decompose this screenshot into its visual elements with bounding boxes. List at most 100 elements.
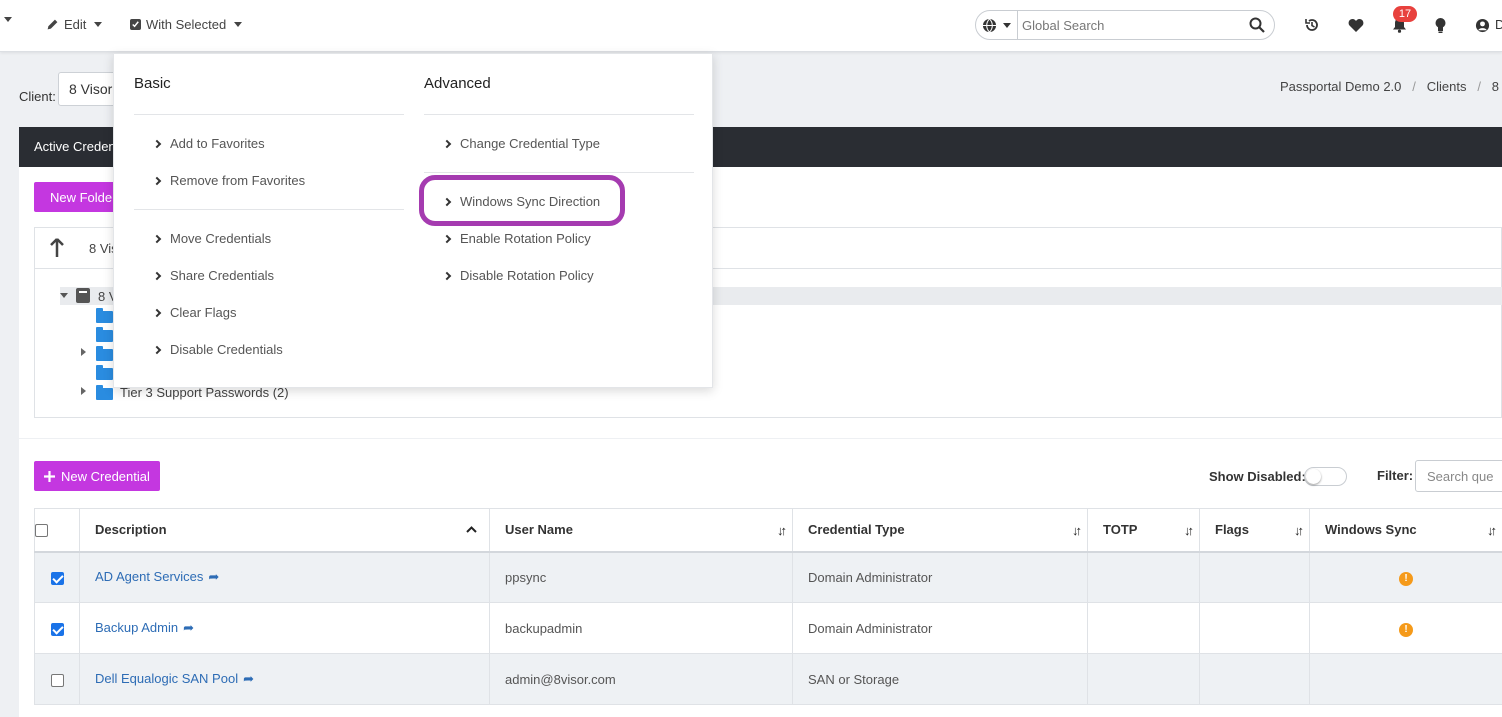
chevron-down-icon: [234, 22, 243, 27]
with-selected-label: With Selected: [146, 17, 227, 32]
sort-icon[interactable]: ↓↑: [1294, 523, 1304, 538]
search-scope-button[interactable]: [976, 11, 1018, 39]
column-header-credential-type[interactable]: Credential Type ↓↑: [792, 508, 1088, 553]
menu-item-disable-credentials[interactable]: Disable Credentials: [152, 342, 283, 357]
tree-expand-icon[interactable]: [81, 387, 86, 395]
chevron-down-icon: [1003, 22, 1011, 28]
menu-item-add-to-favorites[interactable]: Add to Favorites: [152, 136, 265, 151]
menu-item-label: Enable Rotation Policy: [460, 231, 591, 246]
credential-type-cell: Domain Administrator: [792, 551, 1088, 603]
column-header-flags[interactable]: Flags ↓↑: [1199, 508, 1310, 553]
credential-link[interactable]: Backup Admin: [95, 620, 178, 635]
heart-icon[interactable]: [1346, 15, 1366, 35]
chevron-right-icon: [152, 139, 162, 148]
share-icon[interactable]: ➦: [243, 671, 254, 686]
credential-type-cell: Domain Administrator: [792, 602, 1088, 654]
show-disabled-toggle[interactable]: [1304, 467, 1347, 486]
global-search-box: [975, 10, 1275, 40]
folder-icon: [96, 365, 113, 380]
breadcrumb: Passportal Demo 2.0 / Clients / 8 Vi: [1280, 79, 1502, 94]
username-cell: ppsync: [489, 551, 793, 603]
share-icon[interactable]: ➦: [208, 569, 219, 584]
edit-menu[interactable]: Edit: [46, 17, 103, 32]
user-name-label[interactable]: D: [1495, 17, 1502, 32]
menu-item-label: Clear Flags: [170, 305, 237, 320]
warning-icon[interactable]: !: [1399, 622, 1413, 637]
totp-cell: [1087, 653, 1200, 705]
sort-icon[interactable]: ↓↑: [777, 523, 787, 538]
menu-item-label: Move Credentials: [170, 231, 272, 246]
sort-icon[interactable]: ↓↑: [1487, 523, 1497, 538]
divider: [134, 114, 404, 115]
column-header-username[interactable]: User Name ↓↑: [489, 508, 793, 553]
column-label: User Name: [505, 522, 573, 538]
windows-sync-cell: !: [1309, 602, 1502, 654]
chevron-down-icon: [94, 22, 103, 27]
share-icon[interactable]: ➦: [183, 620, 194, 635]
breadcrumb-separator: /: [1470, 79, 1489, 94]
new-folder-label: New Folder: [50, 189, 117, 205]
tree-expand-icon[interactable]: [81, 348, 86, 356]
folder-icon: [96, 308, 113, 323]
select-all-checkbox[interactable]: [35, 524, 48, 538]
menu-item-change-credential-type[interactable]: Change Credential Type: [442, 136, 600, 151]
column-header-totp[interactable]: TOTP ↓↑: [1087, 508, 1200, 553]
tree-collapse-icon[interactable]: [60, 293, 68, 298]
menu-item-remove-from-favorites[interactable]: Remove from Favorites: [152, 173, 305, 188]
chevron-right-icon: [152, 308, 162, 317]
row-select-cell: [34, 602, 80, 654]
with-selected-menu[interactable]: With Selected: [130, 17, 243, 32]
menu-item-enable-rotation-policy[interactable]: Enable Rotation Policy: [442, 231, 591, 246]
row-checkbox[interactable]: [50, 622, 64, 636]
credential-link[interactable]: AD Agent Services: [95, 569, 203, 584]
folder-icon: [96, 385, 113, 400]
table-row[interactable]: AD Agent Services ➦ ppsync Domain Adminis…: [34, 551, 1502, 603]
chevron-right-icon: [152, 176, 162, 185]
user-profile-menu[interactable]: [1472, 15, 1492, 35]
menu-item-disable-rotation-policy[interactable]: Disable Rotation Policy: [442, 268, 594, 283]
book-icon: [76, 288, 90, 303]
row-checkbox[interactable]: [50, 571, 64, 585]
menu-item-clear-flags[interactable]: Clear Flags: [152, 305, 237, 320]
breadcrumb-item[interactable]: Passportal Demo 2.0: [1280, 79, 1401, 94]
global-search-input[interactable]: [1022, 15, 1232, 35]
history-icon[interactable]: [1302, 15, 1322, 35]
warning-icon[interactable]: !: [1399, 571, 1413, 586]
column-label: Windows Sync: [1325, 522, 1417, 538]
filter-input[interactable]: [1415, 460, 1502, 492]
new-folder-button[interactable]: New Folder: [34, 182, 124, 212]
chevron-right-icon: [152, 271, 162, 280]
breadcrumb-item[interactable]: Clients: [1427, 79, 1467, 94]
advanced-heading: Advanced: [424, 75, 491, 92]
view-menu[interactable]: [0, 17, 12, 22]
sort-ascending-icon[interactable]: [466, 526, 477, 533]
toggle-knob: [1306, 469, 1321, 484]
chevron-right-icon: [442, 271, 452, 280]
column-header-description[interactable]: Description: [79, 508, 490, 553]
client-label: Client:: [19, 89, 56, 104]
menu-item-move-credentials[interactable]: Move Credentials: [152, 231, 272, 246]
table-row[interactable]: Dell Equalogic SAN Pool ➦ admin@8visor.co…: [34, 653, 1502, 705]
navigate-up-button[interactable]: [34, 227, 80, 269]
totp-cell: [1087, 551, 1200, 603]
flags-cell: [1199, 551, 1310, 603]
sort-icon[interactable]: ↓↑: [1072, 523, 1082, 538]
column-header-windows-sync[interactable]: Windows Sync ↓↑: [1309, 508, 1502, 553]
credential-link[interactable]: Dell Equalogic SAN Pool: [95, 671, 238, 686]
credential-type-cell: SAN or Storage: [792, 653, 1088, 705]
row-checkbox[interactable]: [50, 673, 64, 687]
new-credential-button[interactable]: New Credential: [34, 461, 160, 491]
search-icon[interactable]: [1249, 17, 1265, 33]
column-label: Flags: [1215, 522, 1249, 538]
row-select-cell: [34, 653, 80, 705]
table-row[interactable]: Backup Admin ➦ backupadmin Domain Adminis…: [34, 602, 1502, 654]
lightbulb-icon[interactable]: [1430, 15, 1450, 35]
chevron-down-icon: [4, 17, 12, 22]
sort-icon[interactable]: ↓↑: [1184, 523, 1194, 538]
description-cell: Dell Equalogic SAN Pool ➦: [79, 653, 490, 705]
flags-cell: [1199, 602, 1310, 654]
menu-item-label: Share Credentials: [170, 268, 275, 283]
column-label: TOTP: [1103, 522, 1138, 538]
menu-item-share-credentials[interactable]: Share Credentials: [152, 268, 275, 283]
description-cell: AD Agent Services ➦: [79, 551, 490, 603]
